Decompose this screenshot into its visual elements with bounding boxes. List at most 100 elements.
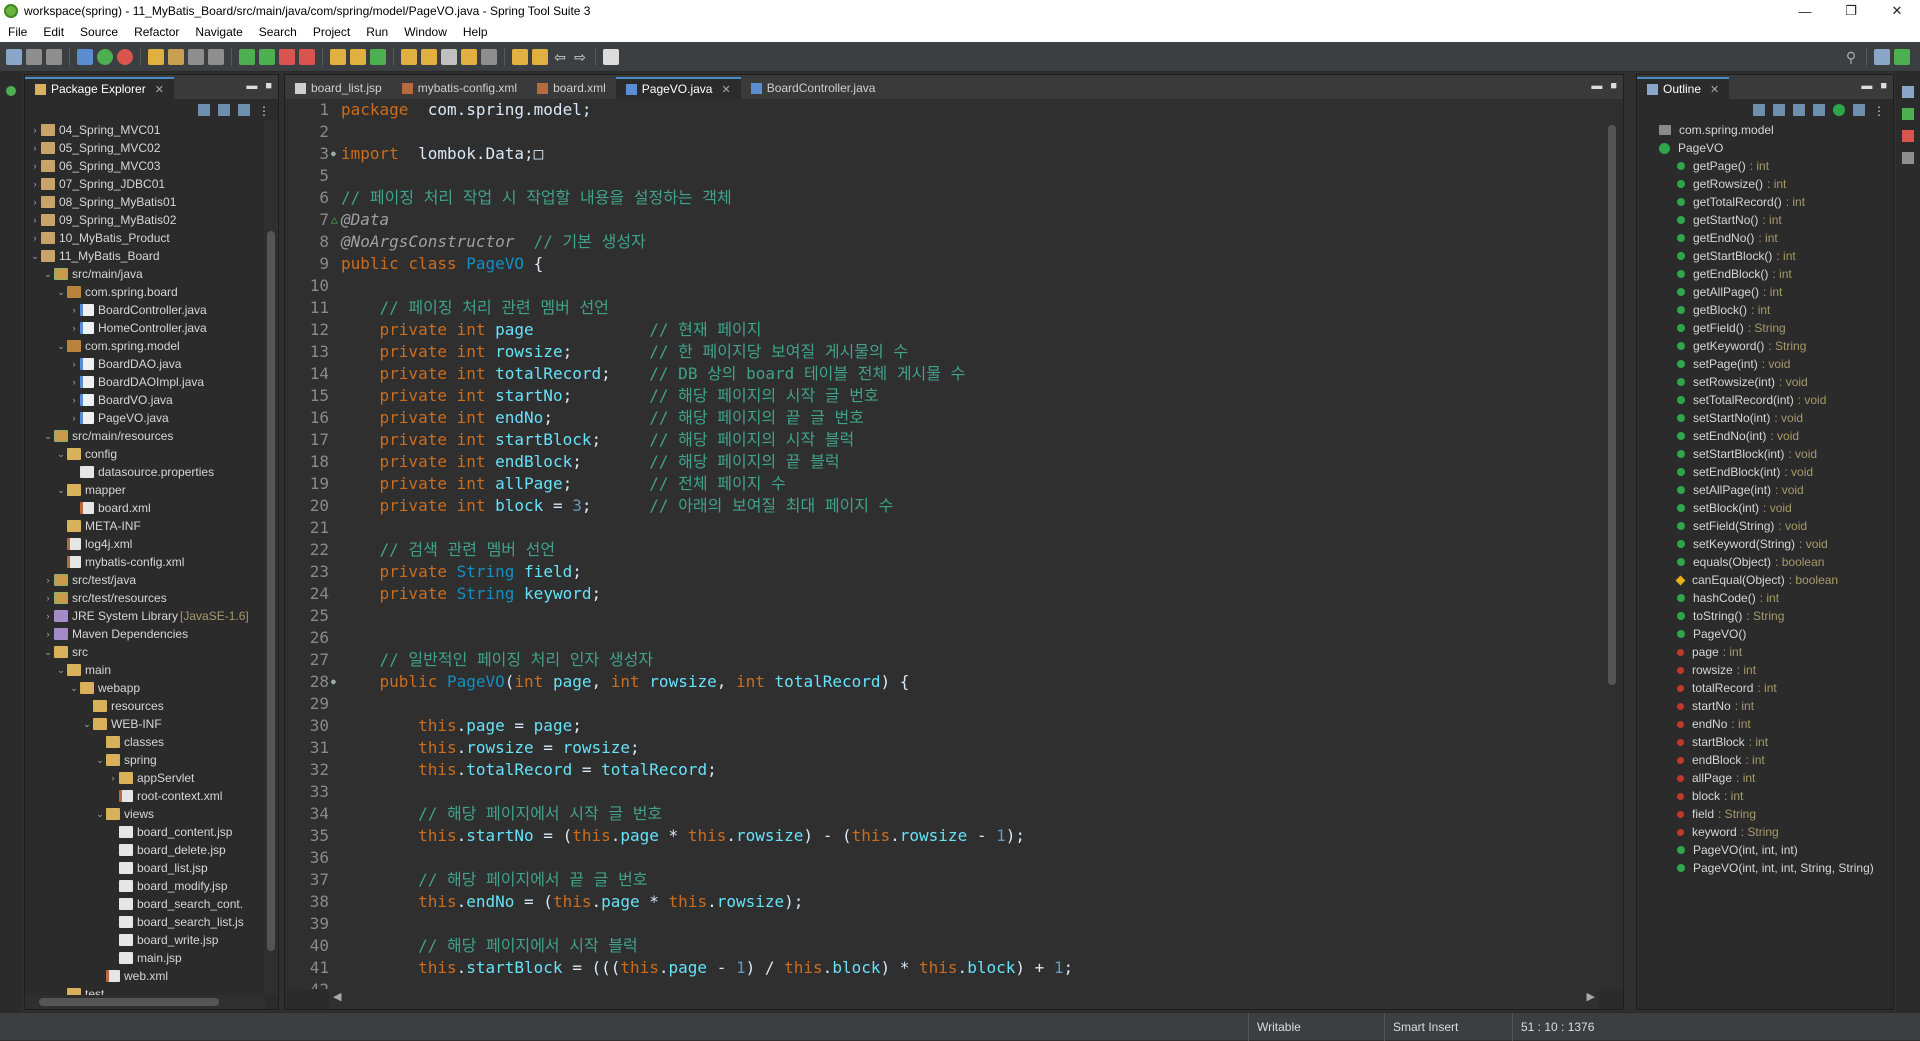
outline-item[interactable]: getEndNo(): int (1637, 229, 1895, 247)
code-line[interactable]: 37 // 해당 페이지에서 끝 글 번호 (285, 869, 1601, 891)
editor-horizontal-scrollbar[interactable]: ◀ ▶ (329, 987, 1599, 1009)
boot-dashboard-icon[interactable] (1902, 130, 1914, 142)
spring-boot-icon[interactable] (97, 48, 113, 65)
scroll-left-icon[interactable]: ◀ (333, 990, 341, 1003)
menu-source[interactable]: Source (72, 25, 126, 39)
code-line[interactable]: 9 public class PageVO { (285, 253, 1601, 275)
editor-tab[interactable]: BoardController.java (741, 77, 886, 99)
tree-item[interactable]: mybatis-config.xml (25, 553, 265, 571)
tree-item[interactable]: ⌄ com.spring.board (25, 283, 265, 301)
code-line[interactable]: 6 // 페이징 처리 작업 시 작업할 내용을 설정하는 객체 (285, 187, 1601, 209)
tree-item[interactable]: board_modify.jsp (25, 877, 265, 895)
minimize-button[interactable]: — (1782, 4, 1828, 19)
code-line[interactable]: 41 this.startBlock = (((this.page - 1) /… (285, 957, 1601, 979)
sort-icon[interactable] (1793, 104, 1805, 116)
link-with-editor-icon[interactable] (218, 104, 230, 116)
outline-item[interactable]: getField(): String (1637, 319, 1895, 337)
code-line[interactable]: 2 (285, 121, 1601, 143)
chevron-down-icon[interactable]: ⌄ (42, 647, 54, 658)
code-line[interactable]: 5 (285, 165, 1601, 187)
chevron-right-icon[interactable]: › (29, 125, 41, 135)
collapse-all-icon[interactable] (198, 104, 210, 116)
chevron-down-icon[interactable]: ⌄ (55, 287, 67, 298)
tree-item[interactable]: › 07_Spring_JDBC01 (25, 175, 265, 193)
chevron-right-icon[interactable]: › (42, 575, 54, 585)
scrollbar-thumb[interactable] (1608, 125, 1616, 685)
chevron-down-icon[interactable]: ⌄ (55, 665, 67, 676)
tree-item[interactable]: ⌄ webapp (25, 679, 265, 697)
last-edit-icon[interactable] (481, 48, 497, 65)
tree-item[interactable]: › src/test/java (25, 571, 265, 589)
outline-item[interactable]: startNo: int (1637, 697, 1895, 715)
outline-item[interactable]: block: int (1637, 787, 1895, 805)
code-line[interactable]: 22 // 검색 관련 멤버 선언 (285, 539, 1601, 561)
tree-item[interactable]: test (25, 985, 265, 995)
close-button[interactable]: ✕ (1874, 3, 1920, 19)
code-line[interactable]: 31 this.rowsize = rowsize; (285, 737, 1601, 759)
code-editor[interactable]: 1 package com.spring.model; 2 3 ● import lomb… (285, 99, 1601, 989)
prev-annotation-icon[interactable] (532, 48, 548, 65)
chevron-right-icon[interactable]: › (68, 413, 80, 423)
tree-item[interactable]: board_search_list.js (25, 913, 265, 931)
fold-icon[interactable]: ● (331, 671, 341, 693)
tree-item[interactable]: ⌄ mapper (25, 481, 265, 499)
menu-search[interactable]: Search (251, 25, 305, 39)
outline-item[interactable]: startBlock: int (1637, 733, 1895, 751)
code-line[interactable]: 24 private String keyword; (285, 583, 1601, 605)
tree-item[interactable]: › JRE System Library [JavaSE-1.6] (25, 607, 265, 625)
toggle-mark-icon[interactable] (188, 48, 204, 65)
forward-arrow-icon[interactable]: ⇨ (572, 49, 588, 65)
tree-item[interactable]: › appServlet (25, 769, 265, 787)
tree-item[interactable]: › 08_Spring_MyBatis01 (25, 193, 265, 211)
outline-item[interactable]: canEqual(Object): boolean (1637, 571, 1895, 589)
outline-item[interactable]: equals(Object): boolean (1637, 553, 1895, 571)
stop-icon[interactable] (279, 48, 295, 65)
tree-item[interactable]: › BoardDAO.java (25, 355, 265, 373)
tree-item[interactable]: ⌄ views (25, 805, 265, 823)
code-line[interactable]: 32 this.totalRecord = totalRecord; (285, 759, 1601, 781)
fold-icon[interactable]: ● (331, 143, 341, 165)
explorer-vertical-scrollbar[interactable] (264, 121, 278, 995)
code-line[interactable]: 40 // 해당 페이지에서 시작 블럭 (285, 935, 1601, 957)
maximize-button[interactable]: ❐ (1828, 3, 1874, 19)
tree-item[interactable]: META-INF (25, 517, 265, 535)
chevron-down-icon[interactable]: ⌄ (42, 269, 54, 280)
paragraph-icon[interactable] (208, 48, 224, 65)
code-line[interactable]: 18 private int endBlock; // 해당 페이지의 끝 블럭 (285, 451, 1601, 473)
outline-item[interactable]: toString(): String (1637, 607, 1895, 625)
chevron-right-icon[interactable]: › (68, 323, 80, 333)
pin-editor-icon[interactable] (603, 48, 619, 65)
save-icon[interactable] (26, 48, 42, 65)
code-line[interactable]: 14 private int totalRecord; // DB 상의 boa… (285, 363, 1601, 385)
outline-item[interactable]: PageVO (1637, 139, 1895, 157)
close-icon[interactable]: ✕ (1710, 83, 1719, 96)
editor-vertical-scrollbar[interactable] (1601, 99, 1623, 989)
code-line[interactable]: 21 (285, 517, 1601, 539)
hide-fields-icon[interactable] (1813, 104, 1825, 116)
outline-item[interactable]: keyword: String (1637, 823, 1895, 841)
code-line[interactable]: 36 (285, 847, 1601, 869)
tree-item[interactable]: web.xml (25, 967, 265, 985)
tree-item[interactable]: ⌄ WEB-INF (25, 715, 265, 733)
code-line[interactable]: 10 (285, 275, 1601, 297)
annotation-icon[interactable] (461, 48, 477, 65)
code-line[interactable]: 15 private int startNo; // 해당 페이지의 시작 글 … (285, 385, 1601, 407)
outline-item[interactable]: getEndBlock(): int (1637, 265, 1895, 283)
code-line[interactable]: 23 private String field; (285, 561, 1601, 583)
tree-item[interactable]: ⌄ 11_MyBatis_Board (25, 247, 265, 265)
chevron-right-icon[interactable]: › (68, 377, 80, 387)
search-icon[interactable]: ⚲ (1843, 49, 1859, 65)
outline-item[interactable]: setBlock(int): void (1637, 499, 1895, 517)
code-line[interactable]: 25 (285, 605, 1601, 627)
chevron-down-icon[interactable]: ⌄ (55, 485, 67, 496)
code-line[interactable]: 12 private int page // 현재 페이지 (285, 319, 1601, 341)
chevron-right-icon[interactable]: › (29, 179, 41, 189)
tree-item[interactable]: datasource.properties (25, 463, 265, 481)
override-marker-icon[interactable]: △ (331, 209, 341, 231)
java-perspective-icon[interactable] (1894, 48, 1910, 65)
outline-item[interactable]: rowsize: int (1637, 661, 1895, 679)
outline-item[interactable]: getPage(): int (1637, 157, 1895, 175)
tree-item[interactable]: root-context.xml (25, 787, 265, 805)
run-icon[interactable] (239, 48, 255, 65)
chevron-right-icon[interactable]: › (68, 305, 80, 315)
